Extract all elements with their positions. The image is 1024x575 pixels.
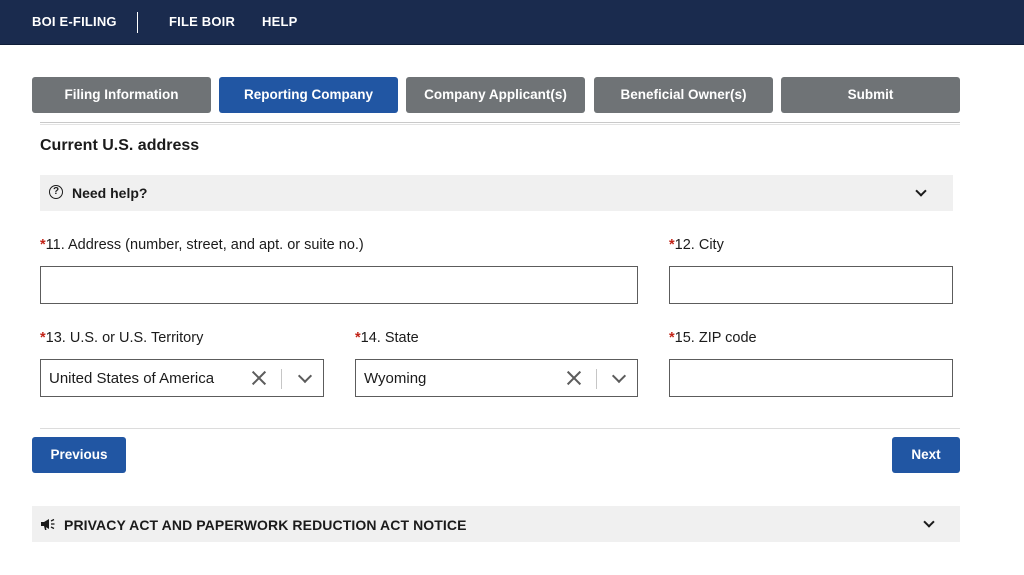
state-select[interactable]: Wyoming (355, 359, 638, 397)
privacy-notice-label: PRIVACY ACT AND PAPERWORK REDUCTION ACT … (64, 517, 467, 533)
territory-label: *13. U.S. or U.S. Territory (40, 330, 203, 346)
step-company-applicants[interactable]: Company Applicant(s) (406, 77, 585, 113)
city-label: *12. City (669, 237, 724, 253)
step-filing-information[interactable]: Filing Information (32, 77, 211, 113)
megaphone-icon (41, 518, 55, 530)
territory-label-text: 13. U.S. or U.S. Territory (45, 330, 204, 346)
select-separator (596, 369, 597, 389)
previous-button[interactable]: Previous (32, 437, 126, 473)
step-beneficial-owners[interactable]: Beneficial Owner(s) (594, 77, 773, 113)
nav-link-help[interactable]: HELP (262, 14, 297, 29)
state-dropdown-toggle[interactable] (600, 360, 636, 398)
step-divider (40, 122, 960, 123)
nav-link-boi-efiling[interactable]: BOI E-FILING (32, 14, 117, 29)
privacy-notice-accordion[interactable]: PRIVACY ACT AND PAPERWORK REDUCTION ACT … (32, 506, 960, 542)
next-button[interactable]: Next (892, 437, 960, 473)
top-nav-bar: BOI E-FILING FILE BOIR HELP (0, 0, 1024, 45)
address-input[interactable] (40, 266, 638, 304)
state-label-text: 14. State (360, 330, 419, 346)
need-help-accordion[interactable]: ? Need help? (40, 175, 953, 211)
step-reporting-company[interactable]: Reporting Company (219, 77, 398, 113)
select-separator (281, 369, 282, 389)
city-label-text: 12. City (674, 237, 724, 253)
step-divider-secondary (40, 124, 960, 125)
close-icon[interactable] (248, 367, 270, 389)
chevron-down-icon (915, 185, 927, 197)
address-label-text: 11. Address (number, street, and apt. or… (45, 237, 364, 253)
zip-input[interactable] (669, 359, 953, 397)
close-icon[interactable] (563, 367, 585, 389)
zip-label: *15. ZIP code (669, 330, 757, 346)
chevron-down-icon (923, 516, 935, 528)
city-input[interactable] (669, 266, 953, 304)
nav-divider (137, 12, 138, 33)
question-circle-icon: ? (49, 185, 63, 199)
state-label: *14. State (355, 330, 419, 346)
chevron-down-icon (297, 368, 313, 384)
zip-label-text: 15. ZIP code (674, 330, 757, 346)
need-help-label: Need help? (72, 185, 148, 201)
section-title: Current U.S. address (40, 137, 200, 154)
step-navigation: Filing Information Reporting Company Com… (32, 77, 960, 113)
state-selected-value: Wyoming (364, 370, 427, 387)
territory-dropdown-toggle[interactable] (286, 360, 322, 398)
address-label: *11. Address (number, street, and apt. o… (40, 237, 364, 253)
form-bottom-divider (40, 428, 960, 429)
territory-select[interactable]: United States of America (40, 359, 324, 397)
territory-selected-value: United States of America (49, 370, 215, 387)
chevron-down-icon (611, 368, 627, 384)
nav-link-file-boir[interactable]: FILE BOIR (169, 14, 235, 29)
step-submit[interactable]: Submit (781, 77, 960, 113)
